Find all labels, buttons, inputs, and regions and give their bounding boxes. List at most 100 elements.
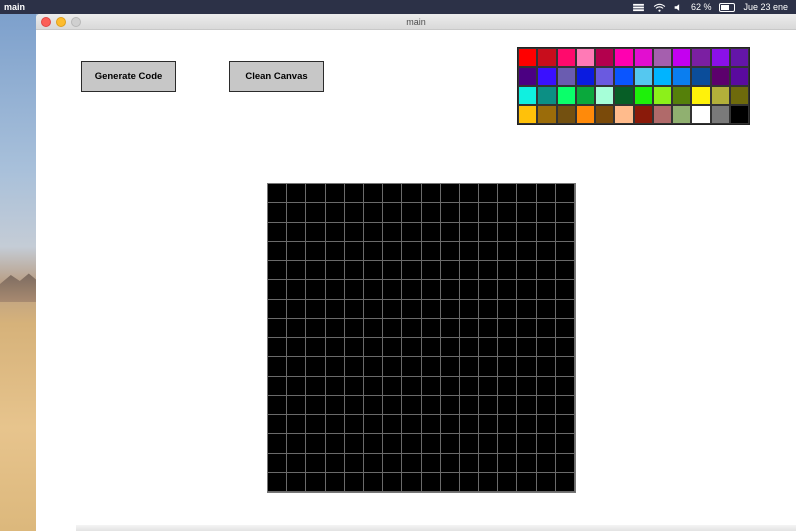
canvas-pixel[interactable] (344, 261, 364, 281)
canvas-pixel[interactable] (498, 395, 518, 415)
canvas-pixel[interactable] (555, 376, 575, 396)
canvas-pixel[interactable] (498, 261, 518, 281)
canvas-pixel[interactable] (344, 299, 364, 319)
color-swatch[interactable] (556, 67, 576, 86)
canvas-pixel[interactable] (306, 184, 326, 204)
canvas-pixel[interactable] (536, 280, 556, 300)
color-swatch[interactable] (595, 105, 615, 124)
canvas-pixel[interactable] (440, 376, 460, 396)
canvas-pixel[interactable] (459, 434, 480, 454)
color-swatch[interactable] (672, 48, 692, 67)
canvas-pixel[interactable] (440, 184, 460, 204)
canvas-pixel[interactable] (363, 434, 384, 454)
canvas-pixel[interactable] (363, 261, 384, 281)
canvas-pixel[interactable] (479, 395, 499, 415)
canvas-pixel[interactable] (498, 453, 518, 473)
canvas-pixel[interactable] (555, 280, 575, 300)
canvas-pixel[interactable] (344, 318, 364, 338)
color-swatch[interactable] (633, 105, 653, 124)
canvas-pixel[interactable] (479, 299, 499, 319)
canvas-pixel[interactable] (555, 184, 575, 204)
canvas-pixel[interactable] (440, 280, 460, 300)
color-swatch[interactable] (672, 105, 692, 124)
canvas-pixel[interactable] (325, 415, 345, 435)
canvas-pixel[interactable] (440, 261, 460, 281)
canvas-pixel[interactable] (421, 376, 441, 396)
canvas-pixel[interactable] (421, 299, 441, 319)
canvas-pixel[interactable] (268, 261, 288, 281)
canvas-pixel[interactable] (325, 472, 345, 492)
canvas-pixel[interactable] (306, 203, 326, 223)
canvas-pixel[interactable] (421, 338, 441, 358)
color-swatch[interactable] (652, 105, 672, 124)
canvas-pixel[interactable] (517, 203, 537, 223)
canvas-pixel[interactable] (402, 261, 422, 281)
color-swatch[interactable] (595, 86, 615, 105)
canvas-pixel[interactable] (459, 184, 480, 204)
canvas-pixel[interactable] (479, 434, 499, 454)
canvas-pixel[interactable] (517, 376, 537, 396)
canvas-pixel[interactable] (268, 415, 288, 435)
color-swatch[interactable] (537, 86, 557, 105)
canvas-pixel[interactable] (536, 376, 556, 396)
canvas-pixel[interactable] (383, 299, 403, 319)
canvas-pixel[interactable] (555, 472, 575, 492)
canvas-pixel[interactable] (555, 241, 575, 261)
canvas-pixel[interactable] (479, 184, 499, 204)
canvas-pixel[interactable] (421, 434, 441, 454)
canvas-pixel[interactable] (536, 184, 556, 204)
color-swatch[interactable] (556, 86, 576, 105)
canvas-pixel[interactable] (287, 376, 307, 396)
canvas-pixel[interactable] (555, 357, 575, 377)
canvas-pixel[interactable] (421, 203, 441, 223)
canvas-pixel[interactable] (363, 453, 384, 473)
color-swatch[interactable] (729, 48, 749, 67)
canvas-pixel[interactable] (402, 415, 422, 435)
canvas-pixel[interactable] (325, 434, 345, 454)
canvas-pixel[interactable] (498, 472, 518, 492)
canvas-pixel[interactable] (517, 472, 537, 492)
stack-icon[interactable] (632, 3, 645, 12)
canvas-pixel[interactable] (536, 222, 556, 242)
color-swatch[interactable] (537, 67, 557, 86)
color-swatch[interactable] (518, 48, 538, 67)
canvas-pixel[interactable] (363, 184, 384, 204)
canvas-pixel[interactable] (306, 299, 326, 319)
canvas-pixel[interactable] (363, 472, 384, 492)
canvas-pixel[interactable] (555, 261, 575, 281)
color-swatch[interactable] (614, 105, 634, 124)
canvas-pixel[interactable] (402, 472, 422, 492)
color-swatch[interactable] (652, 67, 672, 86)
canvas-pixel[interactable] (344, 357, 364, 377)
canvas-pixel[interactable] (383, 280, 403, 300)
canvas-pixel[interactable] (517, 434, 537, 454)
canvas-pixel[interactable] (479, 472, 499, 492)
canvas-pixel[interactable] (344, 222, 364, 242)
canvas-pixel[interactable] (555, 203, 575, 223)
canvas-pixel[interactable] (268, 357, 288, 377)
canvas-pixel[interactable] (325, 338, 345, 358)
canvas-pixel[interactable] (268, 222, 288, 242)
canvas-pixel[interactable] (402, 241, 422, 261)
canvas-pixel[interactable] (325, 357, 345, 377)
canvas-pixel[interactable] (383, 241, 403, 261)
canvas-pixel[interactable] (536, 241, 556, 261)
canvas-pixel[interactable] (517, 318, 537, 338)
canvas-pixel[interactable] (268, 472, 288, 492)
canvas-pixel[interactable] (459, 203, 480, 223)
canvas-pixel[interactable] (268, 338, 288, 358)
canvas-pixel[interactable] (287, 241, 307, 261)
color-swatch[interactable] (537, 48, 557, 67)
canvas-pixel[interactable] (498, 318, 518, 338)
canvas-pixel[interactable] (287, 222, 307, 242)
canvas-pixel[interactable] (383, 357, 403, 377)
canvas-pixel[interactable] (268, 203, 288, 223)
canvas-pixel[interactable] (306, 241, 326, 261)
canvas-pixel[interactable] (287, 261, 307, 281)
canvas-pixel[interactable] (287, 472, 307, 492)
color-swatch[interactable] (518, 86, 538, 105)
canvas-pixel[interactable] (268, 241, 288, 261)
canvas-pixel[interactable] (306, 472, 326, 492)
canvas-pixel[interactable] (440, 395, 460, 415)
canvas-pixel[interactable] (306, 357, 326, 377)
